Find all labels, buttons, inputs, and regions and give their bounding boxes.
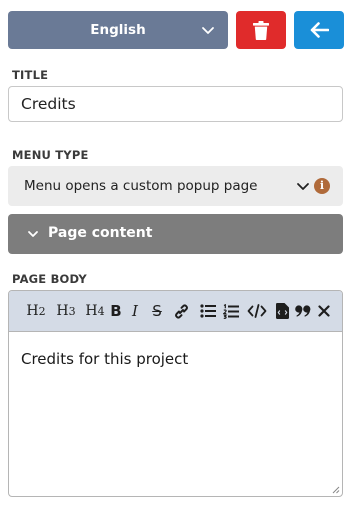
heading-3-button[interactable]: H3 [55,301,77,321]
arrow-left-icon [310,22,329,38]
strikethrough-button[interactable]: S [149,301,165,321]
numbered-list-button[interactable] [222,301,239,321]
language-select[interactable]: English [8,11,228,49]
page-body-label: PAGE BODY [12,272,87,286]
trash-icon [253,20,269,40]
italic-button[interactable]: I [128,301,142,321]
numbered-list-icon [222,303,239,319]
page-content-section-toggle[interactable]: Page content [8,214,343,254]
menu-type-select[interactable]: Menu opens a custom popup page [8,166,343,206]
menu-type-value: Menu opens a custom popup page [24,178,258,194]
chevron-down-icon [28,231,38,237]
file-button[interactable] [275,301,289,321]
code-icon [247,304,267,318]
editor-content[interactable]: Credits for this project [21,350,188,368]
bold-button[interactable]: B [109,301,123,321]
code-button[interactable] [247,301,267,321]
language-label: English [90,22,146,38]
back-button[interactable] [294,11,344,49]
quote-icon [295,305,311,317]
bullet-list-icon [199,304,216,318]
file-icon [275,303,289,319]
chevron-down-icon [202,27,214,34]
section-title: Page content [48,225,153,241]
editor-toolbar: H2 H3 H4 B I S [9,291,342,332]
clear-icon [318,305,330,317]
quote-button[interactable] [295,301,311,321]
link-button[interactable] [172,301,190,321]
rich-text-editor: H2 H3 H4 B I S Credits for this project [8,290,343,497]
heading-4-button[interactable]: H4 [84,301,106,321]
info-icon[interactable]: i [314,178,330,194]
title-label: TITLE [12,68,49,82]
delete-button[interactable] [236,11,286,49]
bullet-list-button[interactable] [199,301,216,321]
link-icon [174,303,188,319]
resize-handle-icon[interactable] [330,484,340,494]
title-input[interactable] [8,86,343,122]
chevron-down-icon [297,183,309,190]
heading-2-button[interactable]: H2 [25,301,47,321]
menu-type-label: MENU TYPE [12,148,89,162]
clear-formatting-button[interactable] [317,301,331,321]
